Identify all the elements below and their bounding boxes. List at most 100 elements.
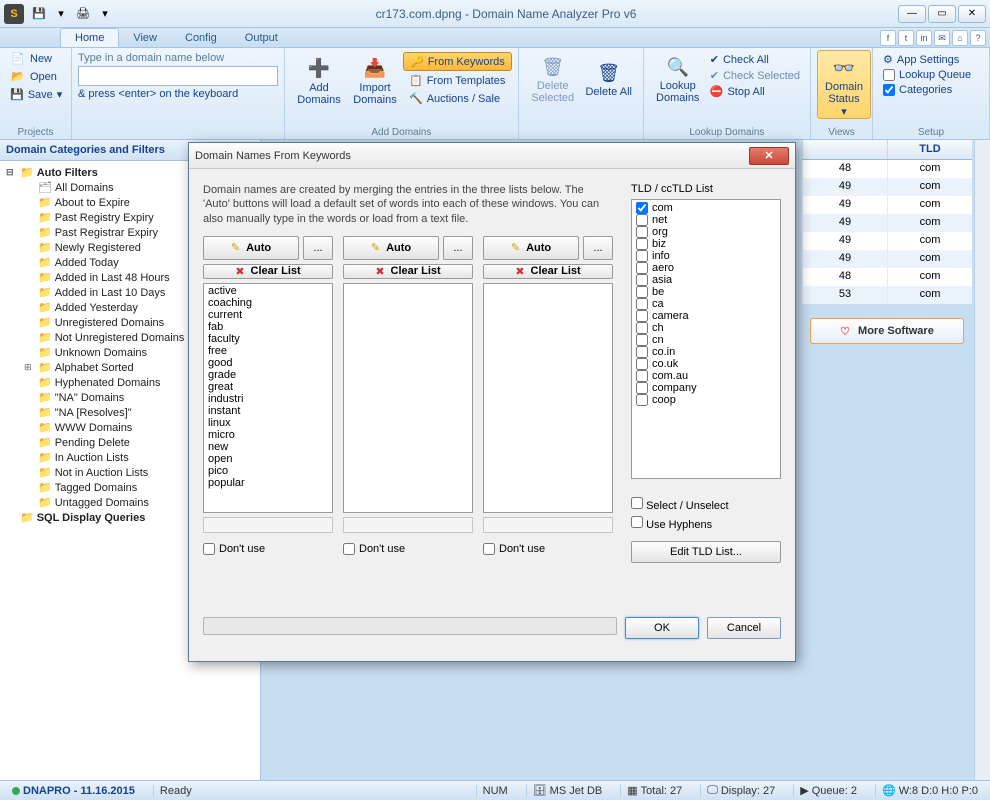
tab-view[interactable]: View [119,29,171,47]
cancel-button[interactable]: Cancel [707,617,781,639]
from-templates-button[interactable]: 📋From Templates [403,72,512,89]
keyword-list-2[interactable] [343,283,473,513]
use-hyphens-checkbox[interactable]: Use Hyphens [631,516,781,531]
minimize-button[interactable]: — [898,5,926,23]
list-item[interactable]: coaching [205,297,331,309]
list-item[interactable]: current [205,309,331,321]
browse-button-2[interactable]: ... [443,236,473,260]
table-row[interactable]: 48com [802,268,972,286]
auto-button-2[interactable]: ✎Auto [343,236,439,260]
add-domains-button[interactable]: ➕Add Domains [291,50,347,107]
app-settings-button[interactable]: ⚙App Settings [879,52,983,67]
dont-use-1[interactable]: Don't use [203,537,333,555]
tld-item[interactable]: coop [634,394,778,406]
more-software-button[interactable]: ♡More Software [810,318,964,344]
browse-button-1[interactable]: ... [303,236,333,260]
mail-icon[interactable]: ✉ [934,30,950,46]
clear-button-3[interactable]: ✖Clear List [483,264,613,279]
list-item[interactable]: open [205,453,331,465]
auctions-button[interactable]: 🔨Auctions / Sale [403,90,512,107]
table-row[interactable]: 49com [802,196,972,214]
print-icon[interactable]: 🖨 [74,5,92,23]
tld-item[interactable]: biz [634,238,778,250]
stop-all-button[interactable]: ⛔Stop All [706,84,804,99]
help-icon[interactable]: ? [970,30,986,46]
auto-button-3[interactable]: ✎Auto [483,236,579,260]
edit-tld-button[interactable]: Edit TLD List... [631,541,781,563]
qat-dropdown-icon[interactable]: ▾ [52,5,70,23]
tld-item[interactable]: be [634,286,778,298]
table-row[interactable]: 48com [802,160,972,178]
linkedin-icon[interactable]: in [916,30,932,46]
tld-item[interactable]: info [634,250,778,262]
check-selected-button[interactable]: ✔Check Selected [706,68,804,83]
table-row[interactable]: 49com [802,214,972,232]
list-item[interactable]: active [205,285,331,297]
lookup-domains-button[interactable]: 🔍Lookup Domains [650,50,706,104]
dont-use-3[interactable]: Don't use [483,537,613,555]
categories-checkbox[interactable] [883,84,895,96]
list-item[interactable]: pico [205,465,331,477]
list-item[interactable]: industri [205,393,331,405]
h-scrollbar[interactable] [343,517,473,533]
list-item[interactable]: faculty [205,333,331,345]
tld-item[interactable]: aero [634,262,778,274]
tld-item[interactable]: org [634,226,778,238]
col-tld[interactable]: TLD [887,140,972,159]
h-scrollbar[interactable] [203,517,333,533]
delete-selected-button[interactable]: 🗑Delete Selected [525,50,581,104]
keyword-list-3[interactable] [483,283,613,513]
maximize-button[interactable]: ▭ [928,5,956,23]
table-row[interactable]: 49com [802,250,972,268]
table-row[interactable]: 53com [802,286,972,304]
tld-item[interactable]: asia [634,274,778,286]
domain-input[interactable] [78,66,278,86]
tab-output[interactable]: Output [231,29,292,47]
clear-button-1[interactable]: ✖Clear List [203,264,333,279]
close-button[interactable]: ✕ [958,5,986,23]
queue-checkbox[interactable] [883,69,895,81]
tld-item[interactable]: com [634,202,778,214]
list-item[interactable]: micro [205,429,331,441]
lookup-queue-button[interactable]: Lookup Queue [879,68,983,82]
tld-item[interactable]: ca [634,298,778,310]
expand-icon[interactable]: ⊞ [24,362,35,373]
browse-button-3[interactable]: ... [583,236,613,260]
ok-button[interactable]: OK [625,617,699,639]
from-keywords-button[interactable]: 🔑From Keywords [403,52,512,71]
tab-config[interactable]: Config [171,29,231,47]
list-item[interactable]: grade [205,369,331,381]
open-button[interactable]: 📂Open [6,68,65,85]
dialog-close-button[interactable]: ✕ [749,147,789,165]
table-row[interactable]: 49com [802,232,972,250]
list-item[interactable]: free [205,345,331,357]
tld-item[interactable]: co.in [634,346,778,358]
h-scrollbar[interactable] [483,517,613,533]
dialog-titlebar[interactable]: Domain Names From Keywords ✕ [189,143,795,169]
tab-home[interactable]: Home [60,28,119,47]
categories-button[interactable]: Categories [879,83,983,97]
save-icon[interactable]: 💾 [30,5,48,23]
delete-all-button[interactable]: 🗑Delete All [581,50,637,104]
dont-use-2[interactable]: Don't use [343,537,473,555]
list-item[interactable]: fab [205,321,331,333]
tld-item[interactable]: company [634,382,778,394]
qat-dropdown2-icon[interactable]: ▾ [96,5,114,23]
tld-item[interactable]: co.uk [634,358,778,370]
tld-item[interactable]: net [634,214,778,226]
list-item[interactable]: great [205,381,331,393]
vertical-scrollbar[interactable] [974,140,990,780]
auto-button-1[interactable]: ✎Auto [203,236,299,260]
facebook-icon[interactable]: f [880,30,896,46]
tld-list[interactable]: comnetorgbizinfoaeroasiabecacamerachcnco… [631,199,781,479]
import-domains-button[interactable]: 📥Import Domains [347,50,403,107]
home-icon[interactable]: ⌂ [952,30,968,46]
select-unselect-checkbox[interactable]: Select / Unselect [631,497,781,512]
tld-item[interactable]: cn [634,334,778,346]
list-item[interactable]: good [205,357,331,369]
keyword-list-1[interactable]: activecoachingcurrentfabfacultyfreegoodg… [203,283,333,513]
list-item[interactable]: instant [205,405,331,417]
save-button[interactable]: 💾Save▾ [6,86,65,103]
tld-item[interactable]: camera [634,310,778,322]
list-item[interactable]: new [205,441,331,453]
